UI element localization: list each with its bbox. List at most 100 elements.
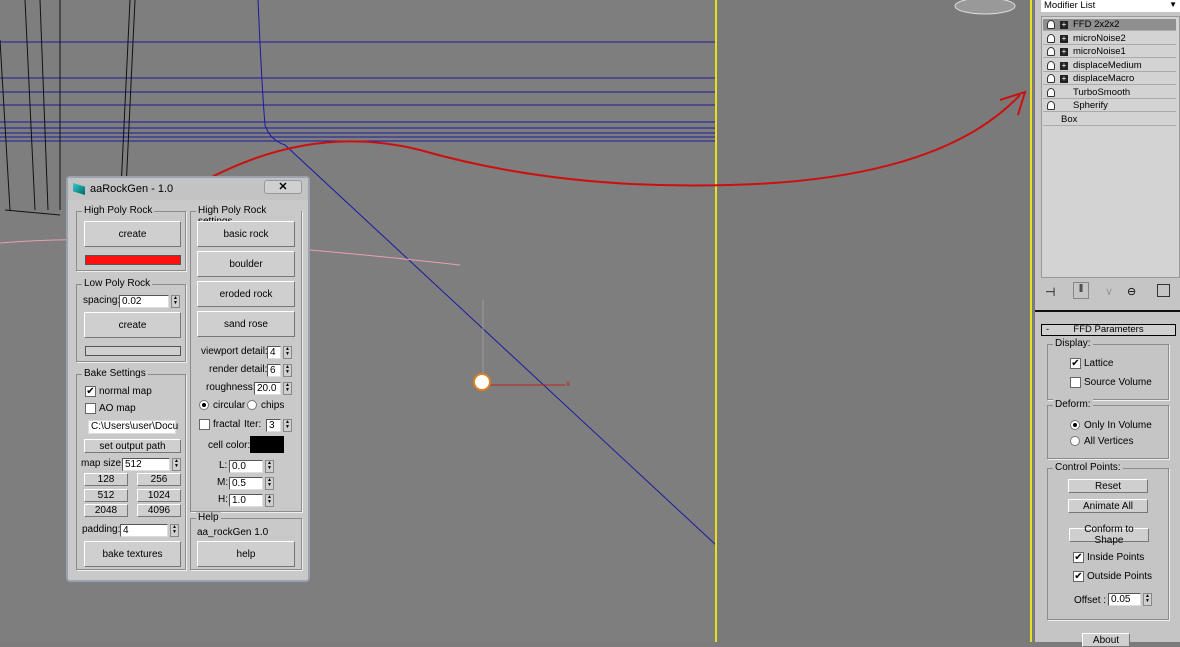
expand-icon[interactable]: + <box>1060 48 1068 56</box>
expand-icon[interactable]: + <box>1060 34 1068 43</box>
group-label: High Poly Rock <box>82 205 155 216</box>
expand-icon[interactable]: + <box>1060 61 1068 70</box>
iter-input[interactable]: 3 <box>266 419 281 432</box>
size-2048-button[interactable]: 2048 <box>84 504 128 517</box>
modifier-list-dropdown[interactable]: Modifier List ▼ <box>1041 0 1180 12</box>
normal-map-checkbox[interactable]: ✔ <box>85 386 96 397</box>
size-128-button[interactable]: 128 <box>84 473 128 486</box>
map-size-spinner[interactable]: ▲ ▼ <box>172 458 181 471</box>
lattice-checkbox[interactable]: ✔ <box>1070 358 1081 369</box>
expand-icon[interactable]: + <box>1060 75 1068 83</box>
group-label: Deform: <box>1053 399 1093 410</box>
modifier-stack-item[interactable]: TurboSmooth <box>1043 86 1176 99</box>
lightbulb-icon[interactable] <box>1047 47 1055 56</box>
configure-sets-icon[interactable] <box>1157 284 1170 297</box>
low-poly-progress-bar <box>85 346 181 356</box>
roughness-spinner[interactable]: ▲ ▼ <box>283 382 292 395</box>
conform-to-shape-button[interactable]: Conform to Shape <box>1069 524 1149 546</box>
l-spinner[interactable]: ▲ ▼ <box>265 460 274 473</box>
output-path-field[interactable]: C:\Users\user\Docu <box>88 420 178 434</box>
h-spinner[interactable]: ▲ ▼ <box>265 494 274 507</box>
spacing-input[interactable]: 0.02 <box>119 295 169 308</box>
offset-input[interactable]: 0.05 <box>1108 593 1141 606</box>
bake-textures-button[interactable]: bake textures <box>84 541 181 567</box>
ffd-rollout-header[interactable]: - FFD Parameters <box>1041 324 1176 336</box>
boulder-button[interactable]: boulder <box>197 251 295 277</box>
expand-icon[interactable]: + <box>1060 21 1068 29</box>
fractal-checkbox[interactable] <box>199 419 210 430</box>
modifier-stack-item[interactable]: + microNoise2 <box>1043 32 1176 45</box>
m-spinner[interactable]: ▲ ▼ <box>265 477 274 490</box>
circular-radio[interactable] <box>199 400 209 410</box>
high-poly-create-button[interactable]: create <box>84 221 181 247</box>
circular-label: circular <box>213 400 246 411</box>
spacing-spinner[interactable]: ▲ ▼ <box>171 295 180 308</box>
l-label: L: <box>219 460 228 471</box>
padding-input[interactable]: 4 <box>120 524 168 537</box>
inside-points-checkbox[interactable]: ✔ <box>1073 552 1084 563</box>
ao-map-checkbox[interactable] <box>85 403 96 414</box>
help-button[interactable]: help <box>197 541 295 567</box>
modifier-base-box[interactable]: Box <box>1043 114 1176 126</box>
cell-color-swatch[interactable] <box>250 436 284 453</box>
close-button[interactable]: ✕ <box>264 180 302 194</box>
set-output-path-button[interactable]: set output path <box>84 439 181 453</box>
only-in-volume-radio[interactable] <box>1070 420 1080 430</box>
app-icon <box>73 183 85 195</box>
size-256-button[interactable]: 256 <box>137 473 181 486</box>
sand-rose-button[interactable]: sand rose <box>197 311 295 337</box>
low-poly-create-button[interactable]: create <box>84 312 181 338</box>
lightbulb-icon[interactable] <box>1047 101 1055 110</box>
lightbulb-icon[interactable] <box>1047 74 1055 83</box>
size-1024-button[interactable]: 1024 <box>137 489 181 502</box>
reset-button[interactable]: Reset <box>1068 479 1148 493</box>
padding-spinner[interactable]: ▲ ▼ <box>170 524 179 537</box>
roughness-label: roughness: <box>206 382 256 393</box>
title-bar[interactable]: aaRockGen - 1.0 ✕ <box>68 178 308 200</box>
pin-stack-icon[interactable]: ⊣ <box>1045 285 1055 299</box>
about-button[interactable]: About <box>1082 633 1130 647</box>
animate-all-button[interactable]: Animate All <box>1068 499 1148 513</box>
command-panel: Modifier List ▼ + FFD 2x2x2 + microNoise2 + mi… <box>1035 0 1180 647</box>
remove-modifier-icon[interactable]: ⊖ <box>1127 285 1136 298</box>
m-input[interactable]: 0.5 <box>229 477 263 490</box>
l-input[interactable]: 0.0 <box>229 460 263 473</box>
m-label: M: <box>217 477 229 488</box>
source-volume-checkbox[interactable] <box>1070 377 1081 388</box>
eroded-rock-button[interactable]: eroded rock <box>197 281 295 307</box>
rockgen-dialog: aaRockGen - 1.0 ✕ High Poly Rock create … <box>66 176 310 582</box>
basic-rock-button[interactable]: basic rock <box>197 221 295 247</box>
h-input[interactable]: 1.0 <box>229 494 263 507</box>
offset-spinner[interactable]: ▲ ▼ <box>1143 593 1152 606</box>
viewport-detail-spinner[interactable]: ▲ ▼ <box>283 346 292 359</box>
lightbulb-icon[interactable] <box>1047 20 1055 29</box>
chips-radio[interactable] <box>247 400 257 410</box>
lightbulb-icon[interactable] <box>1047 60 1055 70</box>
lightbulb-icon[interactable] <box>1047 33 1055 43</box>
modifier-name: Spherify <box>1073 100 1108 111</box>
normal-map-label: normal map <box>99 386 152 397</box>
modifier-stack-item[interactable]: Spherify <box>1043 100 1176 112</box>
map-size-input[interactable]: 512 <box>122 458 170 471</box>
modifier-stack-item[interactable]: + microNoise1 <box>1043 46 1176 58</box>
size-512-button[interactable]: 512 <box>84 489 128 502</box>
modifier-stack-item[interactable]: + displaceMedium <box>1043 59 1176 72</box>
roughness-input[interactable]: 20.0 <box>254 382 281 395</box>
group-rock-settings: High Poly Rock settings basic rock bould… <box>190 205 302 512</box>
only-in-volume-label: Only In Volume <box>1084 420 1152 431</box>
lightbulb-icon[interactable] <box>1047 87 1055 97</box>
render-detail-input[interactable]: 6 <box>267 364 281 377</box>
size-4096-button[interactable]: 4096 <box>137 504 181 517</box>
cell-color-label: cell color: <box>208 440 251 451</box>
lattice-label: Lattice <box>1084 358 1114 369</box>
modifier-stack-item[interactable]: + FFD 2x2x2 <box>1043 19 1176 31</box>
show-end-result-icon[interactable]: ‖ <box>1073 282 1089 299</box>
outside-points-checkbox[interactable]: ✔ <box>1073 571 1084 582</box>
iter-spinner[interactable]: ▲ ▼ <box>283 419 292 432</box>
viewport-detail-input[interactable]: 4 <box>267 346 281 359</box>
make-unique-icon[interactable]: ∨ <box>1105 285 1113 298</box>
all-vertices-radio[interactable] <box>1070 436 1080 446</box>
group-label: Help <box>196 512 221 523</box>
modifier-stack-item[interactable]: + displaceMacro <box>1043 73 1176 85</box>
render-detail-spinner[interactable]: ▲ ▼ <box>283 364 292 377</box>
